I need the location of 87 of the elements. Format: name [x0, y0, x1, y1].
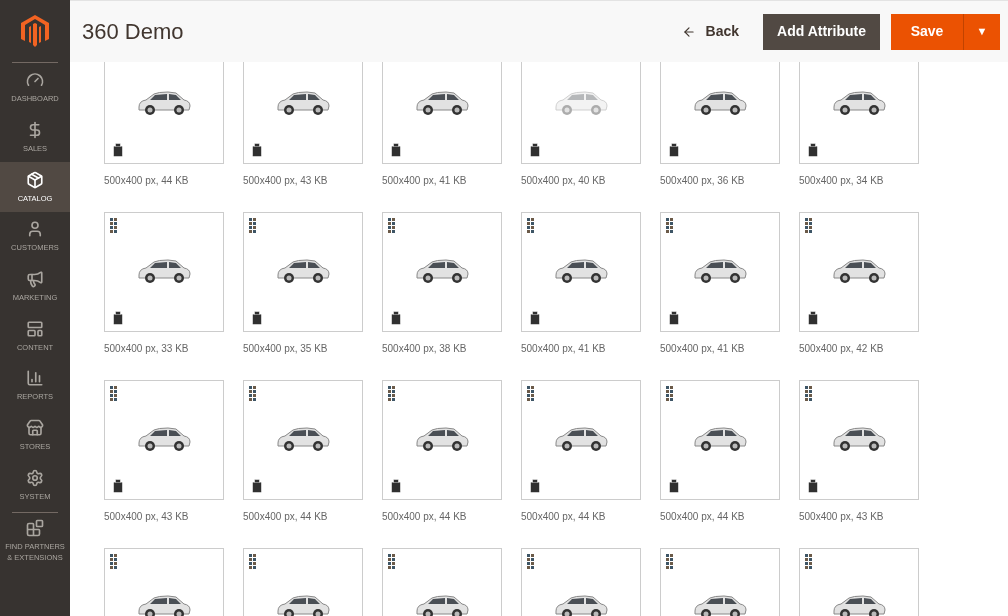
image-tile[interactable] [104, 62, 224, 164]
bar-chart-icon [26, 369, 44, 388]
image-caption: 500x400 px, 43 KB [104, 510, 190, 524]
image-caption: 500x400 px, 44 KB [660, 510, 746, 524]
delete-icon[interactable] [666, 142, 682, 158]
image-tile[interactable] [243, 62, 363, 164]
delete-icon[interactable] [249, 310, 265, 326]
drag-handle-icon[interactable] [388, 386, 395, 401]
back-button[interactable]: Back [671, 13, 750, 50]
drag-handle-icon[interactable] [527, 218, 534, 233]
delete-icon[interactable] [527, 310, 543, 326]
page-title: 360 Demo [82, 18, 184, 46]
delete-icon[interactable] [666, 310, 682, 326]
logo-icon [21, 15, 49, 47]
blocks-icon [26, 519, 44, 538]
drag-handle-icon[interactable] [110, 218, 117, 233]
delete-icon[interactable] [388, 142, 404, 158]
image-tile[interactable] [243, 212, 363, 332]
delete-icon[interactable] [805, 142, 821, 158]
delete-icon[interactable] [805, 310, 821, 326]
image-tile[interactable] [660, 380, 780, 500]
drag-handle-icon[interactable] [110, 386, 117, 401]
image-caption: 500x400 px, 42 KB [799, 342, 885, 356]
image-caption: 500x400 px, 43 KB [243, 174, 329, 188]
image-tile[interactable] [521, 212, 641, 332]
image-caption: 500x400 px, 34 KB [799, 174, 885, 188]
image-caption: 500x400 px, 41 KB [382, 174, 468, 188]
drag-handle-icon[interactable] [249, 386, 256, 401]
drag-handle-icon[interactable] [527, 386, 534, 401]
image-caption: 500x400 px, 33 KB [104, 342, 190, 356]
image-caption: 500x400 px, 41 KB [521, 342, 607, 356]
layout-icon [26, 319, 44, 338]
drag-handle-icon[interactable] [805, 554, 812, 569]
image-caption: 500x400 px, 41 KB [660, 342, 746, 356]
image-tile[interactable] [521, 380, 641, 500]
delete-icon[interactable] [249, 478, 265, 494]
delete-icon[interactable] [805, 478, 821, 494]
drag-handle-icon[interactable] [666, 554, 673, 569]
delete-icon[interactable] [110, 310, 126, 326]
image-tile[interactable] [660, 62, 780, 164]
drag-handle-icon[interactable] [805, 218, 812, 233]
delete-icon[interactable] [249, 142, 265, 158]
drag-handle-icon[interactable] [110, 554, 117, 569]
drag-handle-icon[interactable] [388, 554, 395, 569]
person-icon [26, 220, 44, 239]
megaphone-icon [26, 270, 44, 289]
image-tile[interactable] [521, 62, 641, 164]
delete-icon[interactable] [388, 310, 404, 326]
delete-icon[interactable] [110, 142, 126, 158]
back-arrow-icon [681, 24, 696, 39]
image-caption: 500x400 px, 36 KB [660, 174, 746, 188]
delete-icon[interactable] [527, 142, 543, 158]
image-caption: 500x400 px, 38 KB [382, 342, 468, 356]
save-button[interactable]: Save [891, 13, 964, 50]
image-tile[interactable] [382, 380, 502, 500]
save-menu-button[interactable]: ▼ [964, 13, 1000, 50]
delete-icon[interactable] [527, 478, 543, 494]
drag-handle-icon[interactable] [666, 386, 673, 401]
image-tile[interactable] [382, 212, 502, 332]
drag-handle-icon[interactable] [249, 554, 256, 569]
image-tile[interactable] [799, 212, 919, 332]
image-caption: 500x400 px, 35 KB [243, 342, 329, 356]
image-tile[interactable] [104, 380, 224, 500]
image-caption: 500x400 px, 44 KB [382, 510, 468, 524]
delete-icon[interactable] [388, 478, 404, 494]
image-caption: 500x400 px, 44 KB [521, 510, 607, 524]
image-tile[interactable] [660, 212, 780, 332]
image-caption: 500x400 px, 43 KB [799, 510, 885, 524]
drag-handle-icon[interactable] [805, 386, 812, 401]
drag-handle-icon[interactable] [666, 218, 673, 233]
image-caption: 500x400 px, 44 KB [243, 510, 329, 524]
image-tile[interactable] [799, 62, 919, 164]
image-tile[interactable] [104, 212, 224, 332]
add-attribute-button[interactable]: Add Attribute [763, 13, 880, 50]
drag-handle-icon[interactable] [249, 218, 256, 233]
image-caption: 500x400 px, 40 KB [521, 174, 607, 188]
delete-icon[interactable] [110, 478, 126, 494]
drag-handle-icon[interactable] [527, 554, 534, 569]
box-icon [26, 170, 44, 189]
image-tile[interactable] [799, 380, 919, 500]
drag-handle-icon[interactable] [388, 218, 395, 233]
image-tile[interactable] [243, 380, 363, 500]
store-icon [26, 419, 44, 438]
image-caption: 500x400 px, 44 KB [104, 174, 190, 188]
delete-icon[interactable] [666, 478, 682, 494]
settings-icon [26, 468, 44, 487]
image-tile[interactable] [382, 62, 502, 164]
